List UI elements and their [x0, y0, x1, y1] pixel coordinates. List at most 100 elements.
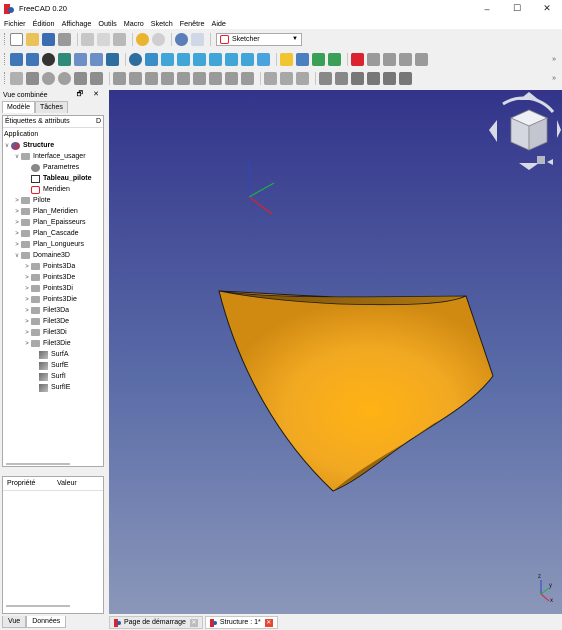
point-icon[interactable] [10, 71, 23, 85]
tree-item-surfie[interactable]: SurfIE [39, 382, 70, 393]
workbench-selector[interactable]: Sketcher ▼ [216, 32, 302, 46]
expand-arrow-icon[interactable]: > [23, 341, 31, 347]
constraint-symmetric-icon[interactable] [241, 71, 254, 85]
link-actions-icon[interactable] [328, 52, 341, 66]
3d-view[interactable]: z y x [109, 90, 562, 614]
whats-this-icon[interactable] [191, 32, 204, 46]
maximize-button[interactable]: ☐ [502, 0, 532, 17]
part-icon[interactable] [280, 52, 293, 66]
tree-item-plan-epaisseurs[interactable]: > Plan_Epaisseurs [13, 217, 86, 228]
tree-item-surfa[interactable]: SurfA [39, 349, 69, 360]
tab-taches[interactable]: Tâches [34, 101, 68, 113]
line-icon[interactable] [351, 71, 364, 85]
constraint-distance-icon[interactable] [280, 71, 293, 85]
conic-icon[interactable] [74, 71, 87, 85]
navigation-cube[interactable] [489, 92, 561, 170]
redo-icon[interactable] [152, 32, 165, 46]
constraint-horizontal-icon[interactable] [161, 71, 174, 85]
tree-item-points3da[interactable]: > Points3Da [23, 261, 75, 272]
slot-icon[interactable] [399, 71, 412, 85]
front-view-icon[interactable] [161, 52, 174, 66]
tree-item-filet3de[interactable]: > Filet3De [23, 316, 69, 327]
toolbar-grip[interactable] [4, 72, 7, 84]
menu-sketch[interactable]: Sketch [151, 19, 173, 28]
forward-arrow-icon[interactable] [90, 52, 103, 66]
property-horizontal-scrollbar[interactable] [6, 605, 70, 607]
new-document-icon[interactable] [10, 32, 23, 46]
expand-arrow-icon[interactable]: > [23, 264, 31, 270]
tree-item-meridien[interactable]: Meridien [31, 184, 70, 195]
measure-icon[interactable] [106, 52, 119, 66]
fit-all-icon[interactable] [10, 52, 23, 66]
panel-float-close-buttons[interactable]: 🗗 ✕ [77, 90, 103, 101]
bottom-view-icon[interactable] [225, 52, 238, 66]
arc-icon[interactable] [42, 71, 55, 85]
draw-style-icon[interactable] [42, 52, 55, 66]
measure-distance-icon[interactable] [257, 52, 270, 66]
zoom-icon[interactable] [129, 52, 142, 66]
tree-item-structure[interactable]: v Structure [3, 140, 54, 151]
bspline-icon[interactable] [90, 71, 103, 85]
tree-item-surfi[interactable]: SurfI [39, 371, 66, 382]
open-folder-icon[interactable] [26, 32, 39, 46]
right-view-icon[interactable] [193, 52, 206, 66]
tree-item-pilote[interactable]: > Pilote [13, 195, 51, 206]
cut-icon[interactable] [81, 32, 94, 46]
menu-fichier[interactable]: Fichier [4, 19, 26, 28]
refresh-icon[interactable] [175, 32, 188, 46]
horizontal-line-icon[interactable] [367, 71, 380, 85]
tree-item-filet3die[interactable]: > Filet3Die [23, 338, 71, 349]
delete-constraints-icon[interactable] [319, 71, 332, 85]
property-view[interactable]: Propriété Valeur [2, 476, 104, 614]
tab-modele[interactable]: Modèle [2, 101, 35, 113]
vertical-line-icon[interactable] [383, 71, 396, 85]
expand-arrow-icon[interactable]: > [23, 286, 31, 292]
tree-item-domaine3d[interactable]: v Domaine3D [13, 250, 70, 261]
tree-horizontal-scrollbar[interactable] [6, 463, 70, 465]
expand-arrow-icon[interactable]: > [23, 308, 31, 314]
top-view-icon[interactable] [177, 52, 190, 66]
copy-icon[interactable] [97, 32, 110, 46]
menu-aide[interactable]: Aide [212, 19, 226, 28]
fit-selection-icon[interactable] [26, 52, 39, 66]
tree-item-filet3da[interactable]: > Filet3Da [23, 305, 69, 316]
tree-item-filet3di[interactable]: > Filet3Di [23, 327, 67, 338]
tree-item-plan-longueurs[interactable]: > Plan_Longueurs [13, 239, 84, 250]
fillet-icon[interactable] [335, 71, 348, 85]
constraint-perpendicular-icon[interactable] [193, 71, 206, 85]
undo-icon[interactable] [136, 32, 149, 46]
expand-arrow-icon[interactable]: v [13, 154, 21, 160]
edit-sketch-icon[interactable] [367, 52, 380, 66]
minimize-button[interactable]: – [472, 0, 502, 17]
expand-arrow-icon[interactable]: > [23, 275, 31, 281]
close-window-button[interactable]: ✕ [532, 0, 562, 17]
expand-arrow-icon[interactable]: v [3, 143, 11, 149]
tab-structure[interactable]: Structure : 1* ✕ [204, 616, 278, 629]
more-tools-button[interactable]: » [552, 56, 556, 63]
expand-arrow-icon[interactable]: > [13, 242, 21, 248]
constraint-coincident-icon[interactable] [113, 71, 126, 85]
constraint-vertical-icon[interactable] [145, 71, 158, 85]
more-tools-button[interactable]: » [552, 75, 556, 82]
close-tab-icon[interactable]: ✕ [189, 618, 198, 627]
constraint-lock-icon[interactable] [264, 71, 277, 85]
tree-item-points3di[interactable]: > Points3Di [23, 283, 73, 294]
toolbar-grip[interactable] [4, 53, 7, 65]
expand-arrow-icon[interactable]: > [23, 297, 31, 303]
stereo-icon[interactable] [58, 52, 71, 66]
tab-start-page[interactable]: Page de démarrage ✕ [109, 616, 203, 629]
tree-item-points3de[interactable]: > Points3De [23, 272, 75, 283]
tree-item-tableau-pilote[interactable]: Tableau_pilote [31, 173, 92, 184]
menu-edition[interactable]: Édition [33, 19, 55, 28]
circle-icon[interactable] [58, 71, 71, 85]
menu-outils[interactable]: Outils [98, 19, 116, 28]
polyline-icon[interactable] [26, 71, 39, 85]
tree-item-plan-meridien[interactable]: > Plan_Meridien [13, 206, 78, 217]
left-view-icon[interactable] [241, 52, 254, 66]
paste-icon[interactable] [113, 32, 126, 46]
tree-item-parametres[interactable]: Parametres [31, 162, 79, 173]
expand-arrow-icon[interactable]: > [13, 220, 21, 226]
menu-affichage[interactable]: Affichage [62, 19, 92, 28]
expand-arrow-icon[interactable]: > [23, 330, 31, 336]
group-icon[interactable] [296, 52, 309, 66]
